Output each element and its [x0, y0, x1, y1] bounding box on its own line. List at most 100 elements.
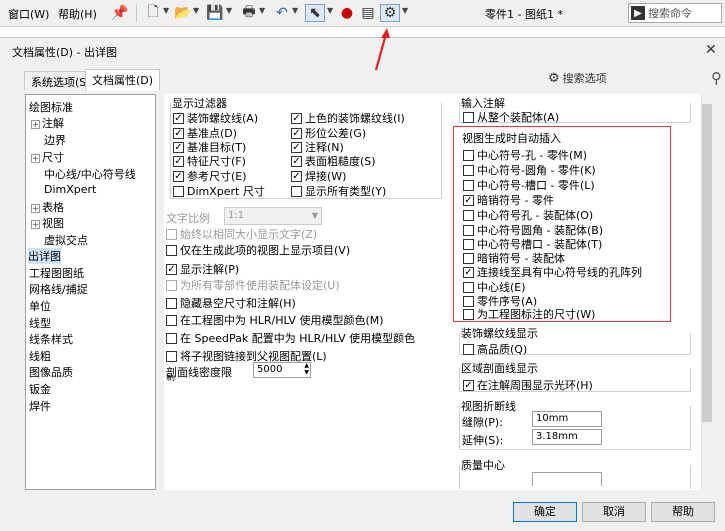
hatch-density-label-clipped: 制 [166, 375, 176, 381]
gear-icon: ⚙ [548, 70, 560, 86]
checkbox-dowel-symbols-part[interactable]: ✓ 暗销符号 - 零件 [463, 192, 554, 208]
tree-item-border[interactable]: 边界 [44, 132, 66, 148]
tree-item-views[interactable]: + 视图 [31, 215, 64, 231]
hatch-density-input[interactable]: 5000 ▲ ▼ [253, 362, 311, 378]
gear-icon[interactable]: ⚙ [380, 4, 400, 22]
tree-item-image-quality[interactable]: 图像品质 [29, 364, 73, 380]
tree-item-tables[interactable]: + 表格 [31, 199, 64, 215]
search-options[interactable]: ⚙ 搜索选项 ⚲ [548, 68, 722, 88]
tree-item-virtual-sharps[interactable]: 虚拟交点 [44, 232, 88, 248]
menu-window[interactable]: 窗口(W) [8, 6, 49, 22]
expand-icon[interactable]: + [31, 219, 40, 229]
new-document-icon[interactable]: 🗋 [143, 4, 163, 22]
expand-icon[interactable]: + [31, 119, 40, 129]
select-cursor-icon[interactable]: ⬉ [305, 4, 325, 22]
tree-item-annotations[interactable]: + 注解 [31, 115, 64, 131]
check-icon: ✓ [291, 127, 302, 139]
checkbox-connection-lines-hole-pattern[interactable]: ✓ 连接线至具有中心符号线的孔阵列 [463, 264, 642, 280]
tree-item-dimensions[interactable]: + 尺寸 [31, 149, 64, 165]
chevron-down-icon[interactable]: ▼ [292, 6, 298, 15]
checkbox-display-all-types[interactable]: 显示所有类型(Y) [291, 183, 386, 199]
scrollbar-thumb[interactable] [702, 104, 712, 422]
open-folder-icon[interactable]: 📂 [173, 4, 193, 22]
expand-icon[interactable]: + [31, 153, 40, 163]
check-icon: ✓ [463, 266, 474, 278]
checkbox-reference-dimensions[interactable]: ✓ 参考尺寸(E) [173, 168, 247, 184]
checkbox-display-only-in-created-view[interactable]: 仅在生成此项的视图上显示项目(V) [166, 242, 350, 258]
checkbox-center-mark-fillets-part[interactable]: 中心符号-圆角 - 零件(K) [463, 162, 596, 178]
tree-item-grid-snap[interactable]: 网格线/捕捉 [29, 281, 88, 297]
menu-help[interactable]: 帮助(H) [58, 6, 97, 22]
checkbox-surface-finish[interactable]: ✓ 表面粗糙度(S) [291, 153, 376, 169]
save-icon[interactable]: 💾 [205, 4, 225, 22]
center-of-mass-input[interactable] [532, 472, 602, 486]
tree-item-line-thickness[interactable]: 线粗 [29, 348, 51, 364]
checkbox-welds[interactable]: ✓ 焊接(W) [291, 168, 346, 184]
checkbox-halo-around-annotations[interactable]: ✓ 在注解周围显示光环(H) [463, 377, 593, 393]
checkbox-dimensions-marked-for-drawing[interactable]: 为工程图标注的尺寸(W) [463, 306, 595, 322]
tree-item-sheet-metal[interactable]: 钣金 [29, 381, 51, 397]
toolbar-separator [136, 4, 137, 22]
gap-input[interactable]: 10mm [532, 411, 602, 427]
checkbox-center-mark-slots-part[interactable]: 中心符号-槽口 - 零件(L) [463, 177, 595, 193]
cancel-button[interactable]: 取消 [582, 502, 646, 522]
annotation-arrow-icon [374, 28, 390, 71]
checkbox-dimxpert-dimensions[interactable]: DimXpert 尺寸 [173, 183, 265, 199]
gap-label: 缝隙(P): [462, 416, 503, 429]
checkbox-use-assembly-setting[interactable]: 为所有零部件使用装配体设定(U) [166, 277, 340, 293]
checkbox-center-mark-holes-assembly[interactable]: 中心符号孔 - 装配体(O) [463, 207, 593, 223]
check-icon: ✓ [291, 112, 302, 124]
tree-item-drafting-standard[interactable]: 绘图标准 [29, 99, 73, 115]
checkbox-hide-dangling[interactable]: 隐藏悬空尺寸和注解(H) [166, 295, 296, 311]
check-icon: ✓ [173, 112, 184, 124]
chevron-down-icon: ▼ [311, 211, 318, 220]
checkbox-speedpak-hlr-colors[interactable]: 在 SpeedPak 配置中为 HLR/HLV 使用模型颜色 [166, 330, 415, 346]
search-command-label: 搜索命令 [648, 7, 692, 20]
help-button[interactable]: 帮助 [651, 502, 715, 522]
dialog-title: 文档属性(D) - 出详图 [12, 46, 118, 59]
chevron-down-icon[interactable]: ▼ [163, 6, 169, 15]
chevron-down-icon[interactable]: ▼ [327, 6, 333, 15]
extension-input[interactable]: 3.18mm [532, 429, 602, 445]
search-command-icon: ▶ [631, 6, 645, 20]
tree-item-weldments[interactable]: 焊件 [29, 398, 51, 414]
tree-item-dimxpert[interactable]: DimXpert [44, 183, 96, 196]
tree-item-centerlines[interactable]: 中心线/中心符号线 [44, 166, 136, 182]
check-icon: ✓ [463, 194, 474, 206]
check-icon: ✓ [173, 127, 184, 139]
pin-icon[interactable]: 📌 [110, 4, 130, 22]
check-icon: ✓ [173, 141, 184, 153]
expand-icon[interactable]: + [31, 203, 40, 213]
checkbox-from-entire-assembly[interactable]: 从整个装配体(A) [463, 109, 559, 125]
checkbox-display-annotations[interactable]: ✓ 显示注解(P) [166, 261, 239, 277]
tab-document-properties[interactable]: 文档属性(D) [85, 69, 161, 91]
ok-button[interactable]: 确定 [513, 502, 577, 522]
chevron-down-icon[interactable]: ▼ [193, 6, 199, 15]
check-icon: ✓ [173, 155, 184, 167]
text-scale-label: 文字比例 [166, 212, 210, 225]
chevron-down-icon[interactable]: ▼ [226, 6, 232, 15]
checkbox-shaded-cosmetic-thread[interactable]: ✓ 上色的装饰螺纹线(I) [291, 110, 405, 126]
chevron-down-icon[interactable]: ▼ [259, 6, 265, 15]
check-icon: ✓ [291, 155, 302, 167]
checkbox-cosmetic-thread[interactable]: ✓ 装饰螺纹线(A) [173, 110, 258, 126]
print-icon[interactable]: 🖶 [239, 4, 259, 22]
text-scale-select[interactable]: 1:1 ▼ [224, 207, 322, 225]
file-properties-icon[interactable]: ▤ [358, 4, 378, 22]
tree-item-units[interactable]: 单位 [29, 298, 51, 314]
tree-item-line-style[interactable]: 线条样式 [29, 331, 73, 347]
chevron-down-icon[interactable]: ▼ [402, 6, 408, 15]
check-icon: ✓ [463, 379, 474, 391]
close-icon[interactable]: ✕ [705, 42, 717, 58]
search-command-box[interactable]: ▶ 搜索命令 [628, 3, 722, 23]
checkbox-center-mark-holes-part[interactable]: 中心符号-孔 - 零件(M) [463, 147, 587, 163]
checkbox-feature-dimensions[interactable]: ✓ 特征尺寸(F) [173, 153, 246, 169]
traffic-light-icon[interactable]: ● [337, 4, 357, 22]
tree-item-detailing[interactable]: 出详图 [28, 248, 61, 264]
checkbox-high-quality[interactable]: 高品质(Q) [463, 341, 527, 357]
tree-item-line-font[interactable]: 线型 [29, 315, 51, 331]
checkbox-same-size-text[interactable]: 始终以相同大小显示文字(Z) [166, 226, 317, 242]
undo-icon[interactable]: ↶ [272, 4, 292, 22]
checkbox-hlr-model-colors[interactable]: 在工程图中为 HLR/HLV 使用模型颜色(M) [166, 312, 384, 328]
tree-item-drawing-sheets[interactable]: 工程图图纸 [29, 265, 84, 281]
